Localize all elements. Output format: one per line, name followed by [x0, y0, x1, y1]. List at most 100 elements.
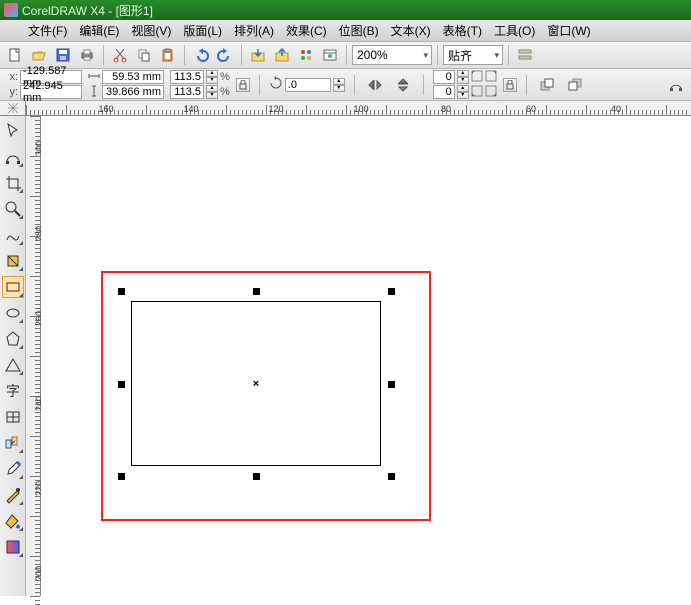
- selection-handle[interactable]: [118, 381, 125, 388]
- selection-handle[interactable]: [388, 288, 395, 295]
- rotate-icon: [269, 76, 283, 93]
- text-tool[interactable]: 字: [2, 380, 24, 402]
- export-button[interactable]: [271, 44, 293, 66]
- corner-tl-icon: [471, 70, 483, 85]
- toolbox: 字: [0, 116, 26, 596]
- scale-group: 113.5 ▴▾ % 113.5 ▴▾ %: [170, 70, 230, 99]
- outline-tool[interactable]: [2, 484, 24, 506]
- redo-button[interactable]: [214, 44, 236, 66]
- width-input[interactable]: 59.53 mm: [102, 70, 164, 84]
- ruler-origin[interactable]: [0, 101, 26, 116]
- y-input[interactable]: 242.945 mm: [20, 85, 82, 99]
- separator: [508, 45, 509, 65]
- menu-arrange[interactable]: 排列(A): [230, 20, 278, 41]
- table-tool[interactable]: [2, 406, 24, 428]
- shape-tool[interactable]: [2, 146, 24, 168]
- smart-fill-tool[interactable]: [2, 250, 24, 272]
- interactive-tool[interactable]: [2, 432, 24, 454]
- print-button[interactable]: [76, 44, 98, 66]
- mirror-h-button[interactable]: [364, 74, 386, 96]
- menu-layout[interactable]: 版面(L): [179, 20, 226, 41]
- rectangle-tool[interactable]: [2, 276, 24, 298]
- selection-handle[interactable]: [388, 381, 395, 388]
- separator: [526, 75, 527, 95]
- width-icon: [88, 70, 100, 85]
- pick-tool[interactable]: [2, 120, 24, 142]
- canvas[interactable]: ×: [41, 116, 691, 596]
- polygon-tool[interactable]: [2, 328, 24, 350]
- save-button[interactable]: [52, 44, 74, 66]
- ruler-h-label: 100: [353, 104, 368, 114]
- cut-button[interactable]: [109, 44, 131, 66]
- selection-handle[interactable]: [118, 288, 125, 295]
- height-input[interactable]: 39.866 mm: [102, 85, 164, 99]
- fill-tool[interactable]: [2, 510, 24, 532]
- separator: [346, 45, 347, 65]
- snap-dropdown[interactable]: 贴齐: [443, 45, 503, 65]
- zoom-dropdown[interactable]: 200%: [352, 45, 432, 65]
- selection-center-mark[interactable]: ×: [253, 378, 259, 390]
- corner-tr-icon: [485, 70, 497, 85]
- ellipse-tool[interactable]: [2, 302, 24, 324]
- zoom-tool[interactable]: [2, 198, 24, 220]
- scale-x-input[interactable]: 113.5: [170, 70, 204, 84]
- scale-x-spinner[interactable]: ▴▾: [206, 70, 218, 84]
- window-title: CorelDRAW X4 - [图形1]: [22, 2, 153, 19]
- menu-window[interactable]: 窗口(W): [543, 20, 594, 41]
- paste-button[interactable]: [157, 44, 179, 66]
- menu-edit[interactable]: 编辑(E): [75, 20, 123, 41]
- menu-bitmap[interactable]: 位图(B): [335, 20, 383, 41]
- undo-button[interactable]: [190, 44, 212, 66]
- menu-table[interactable]: 表格(T): [439, 20, 486, 41]
- open-button[interactable]: [28, 44, 50, 66]
- height-icon: [88, 85, 100, 100]
- mirror-v-button[interactable]: [392, 74, 414, 96]
- menu-effects[interactable]: 效果(C): [282, 20, 331, 41]
- separator: [241, 45, 242, 65]
- percent-label: %: [220, 86, 230, 98]
- to-front-button[interactable]: [536, 74, 558, 96]
- freehand-tool[interactable]: [2, 224, 24, 246]
- copy-button[interactable]: [133, 44, 155, 66]
- dup-y-input[interactable]: 0: [433, 85, 455, 99]
- to-back-button[interactable]: [564, 74, 586, 96]
- crop-tool[interactable]: [2, 172, 24, 194]
- selection-handle[interactable]: [253, 473, 260, 480]
- new-button[interactable]: [4, 44, 26, 66]
- selection-handle[interactable]: [253, 288, 260, 295]
- separator: [103, 45, 104, 65]
- convert-curves-button[interactable]: [665, 74, 687, 96]
- selection-handle[interactable]: [118, 473, 125, 480]
- ruler-h-label: 80: [441, 104, 451, 114]
- scale-y-spinner[interactable]: ▴▾: [206, 85, 218, 99]
- menu-tools[interactable]: 工具(O): [490, 20, 539, 41]
- options-button[interactable]: [514, 44, 536, 66]
- import-button[interactable]: [247, 44, 269, 66]
- rotation-input[interactable]: .0: [285, 78, 331, 92]
- ruler-h-label: 140: [183, 104, 198, 114]
- rotation-spinner[interactable]: ▴▾: [333, 78, 345, 92]
- separator: [423, 75, 424, 95]
- scale-y-input[interactable]: 113.5: [170, 85, 204, 99]
- dup-x-spinner[interactable]: ▴▾: [457, 70, 469, 84]
- vertical-ruler[interactable]: 300280260240220200: [26, 116, 41, 596]
- corner-lock-button[interactable]: [503, 78, 517, 92]
- lock-ratio-button[interactable]: [236, 78, 250, 92]
- separator: [354, 75, 355, 95]
- standard-toolbar: 200% 贴齐: [0, 42, 691, 69]
- interactive-fill-tool[interactable]: [2, 536, 24, 558]
- menu-view[interactable]: 视图(V): [127, 20, 175, 41]
- dup-x-input[interactable]: 0: [433, 70, 455, 84]
- dup-y-spinner[interactable]: ▴▾: [457, 85, 469, 99]
- separator: [259, 75, 260, 95]
- menu-file[interactable]: 文件(F): [24, 20, 71, 41]
- horizontal-ruler[interactable]: 160140120100806040: [26, 101, 691, 116]
- snap-label: 贴齐: [448, 47, 472, 64]
- menu-text[interactable]: 文本(X): [387, 20, 435, 41]
- eyedropper-tool[interactable]: [2, 458, 24, 480]
- welcome-button[interactable]: [319, 44, 341, 66]
- ruler-h-label: 60: [526, 104, 536, 114]
- basic-shapes-tool[interactable]: [2, 354, 24, 376]
- app-launcher-button[interactable]: [295, 44, 317, 66]
- selection-handle[interactable]: [388, 473, 395, 480]
